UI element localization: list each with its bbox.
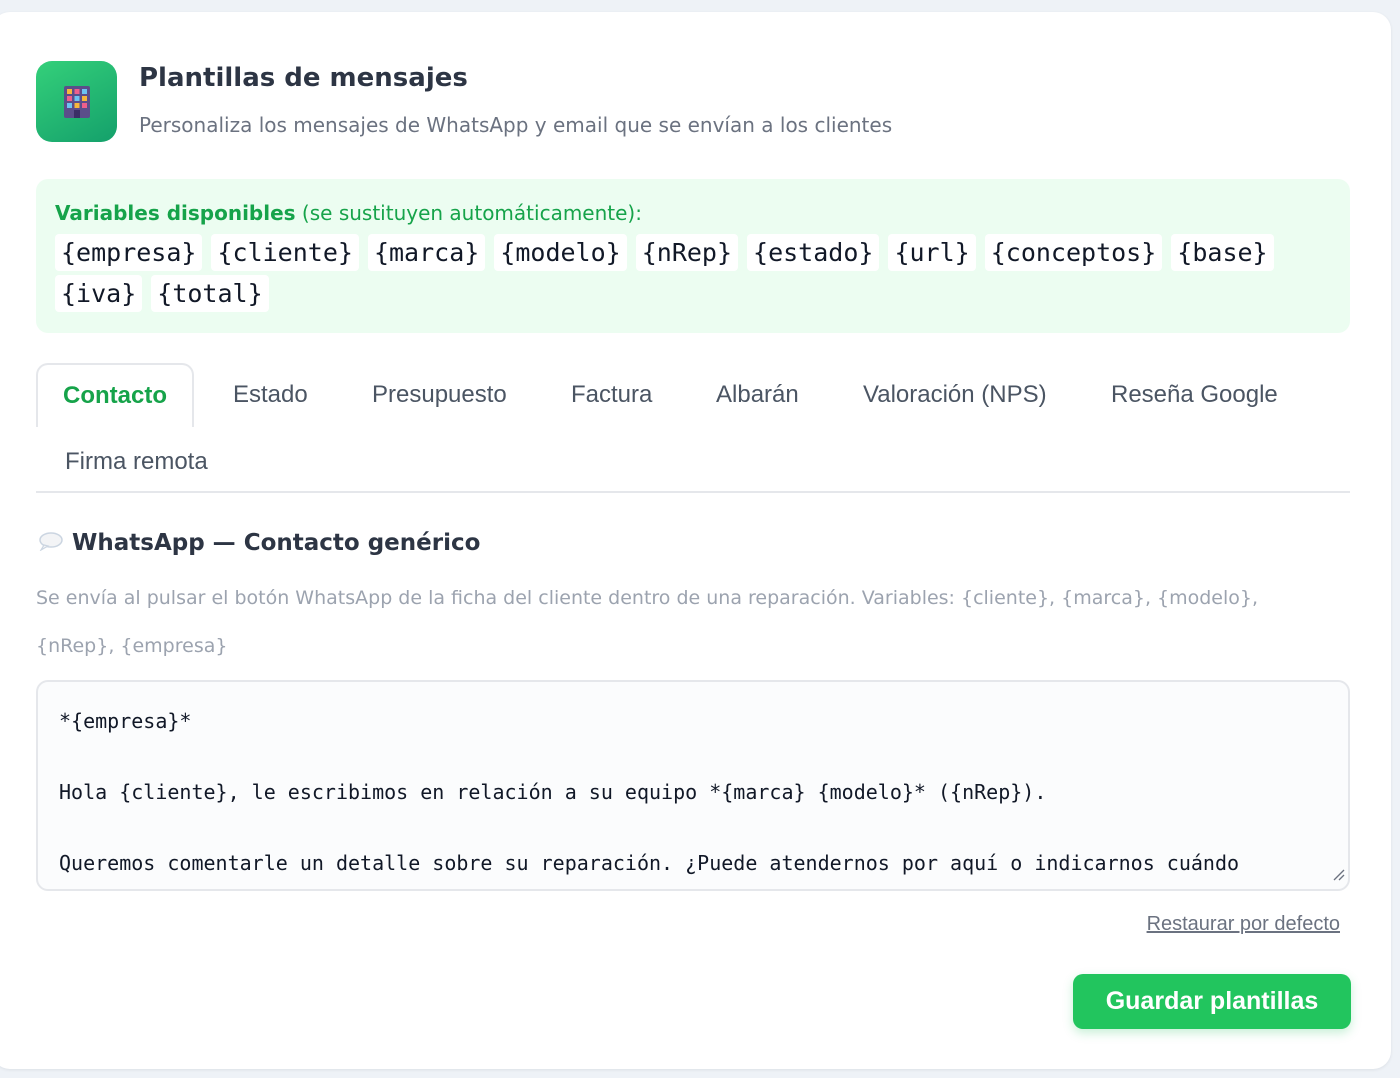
variables-list: {empresa} {cliente} {marca} {modelo} {nRep}{…	[55, 234, 1335, 316]
tab-valoracion-nps[interactable]: Valoración (NPS)	[863, 381, 1047, 409]
speech-bubble-icon	[38, 528, 64, 560]
page-subtitle: Personaliza los mensajes de WhatsApp y e…	[139, 113, 893, 137]
variable-chip: {modelo}	[494, 234, 627, 271]
section-description: Se envía al pulsar el botón WhatsApp de …	[36, 587, 1259, 657]
template-textarea[interactable]: *{empresa}* Hola {cliente}, le escribimo…	[36, 680, 1350, 891]
variable-chip: {conceptos}	[984, 234, 1163, 271]
variable-chip: {empresa}	[55, 234, 203, 271]
variables-heading-note: (se sustituyen automáticamente):	[295, 201, 642, 225]
variable-chip: {base}	[1171, 234, 1274, 271]
variable-chip: {iva}	[55, 275, 143, 312]
save-templates-button[interactable]: Guardar plantillas	[1073, 974, 1351, 1029]
tab-contacto[interactable]: Contacto	[36, 363, 194, 427]
tab-estado[interactable]: Estado	[233, 381, 308, 409]
template-tabs: Contacto Estado Presupuesto Factura Alba…	[36, 363, 1350, 493]
template-line: podemos llamarle?	[59, 882, 1327, 890]
page-title: Plantillas de mensajes	[139, 63, 468, 93]
tab-presupuesto[interactable]: Presupuesto	[372, 381, 507, 409]
variable-chip: {url}	[888, 234, 976, 271]
variable-chip: {cliente}	[211, 234, 359, 271]
tab-firma-remota[interactable]: Firma remota	[65, 448, 208, 476]
template-line: Hola {cliente}, le escribimos en relació…	[59, 780, 1047, 804]
page-header: Plantillas de mensajes Personaliza los m…	[36, 61, 1350, 143]
tab-albaran[interactable]: Albarán	[716, 381, 799, 409]
resize-handle-icon[interactable]	[1331, 862, 1345, 886]
variable-chip: {total}	[151, 275, 269, 312]
section-title: WhatsApp — Contacto genérico	[72, 530, 481, 556]
template-line	[59, 740, 1327, 776]
section-heading: WhatsApp — Contacto genérico	[38, 527, 480, 559]
variables-panel: Variables disponibles (se sustituyen aut…	[36, 179, 1350, 333]
restore-default-link[interactable]: Restaurar por defecto	[1147, 913, 1340, 936]
variables-heading-bold: Variables disponibles	[55, 201, 296, 225]
template-line: *{empresa}*	[59, 709, 192, 733]
variable-chip: {marca}	[367, 234, 486, 271]
tab-resena-google[interactable]: Reseña Google	[1111, 381, 1278, 409]
template-line	[59, 811, 1327, 847]
building-icon	[36, 61, 117, 142]
variables-heading: Variables disponibles (se sustituyen aut…	[55, 201, 642, 225]
template-line: Queremos comentarle un detalle sobre su …	[59, 851, 1240, 875]
variable-chip: {estado}	[747, 234, 880, 271]
variable-chip: {nRep}	[635, 234, 739, 271]
tab-factura[interactable]: Factura	[571, 381, 652, 409]
